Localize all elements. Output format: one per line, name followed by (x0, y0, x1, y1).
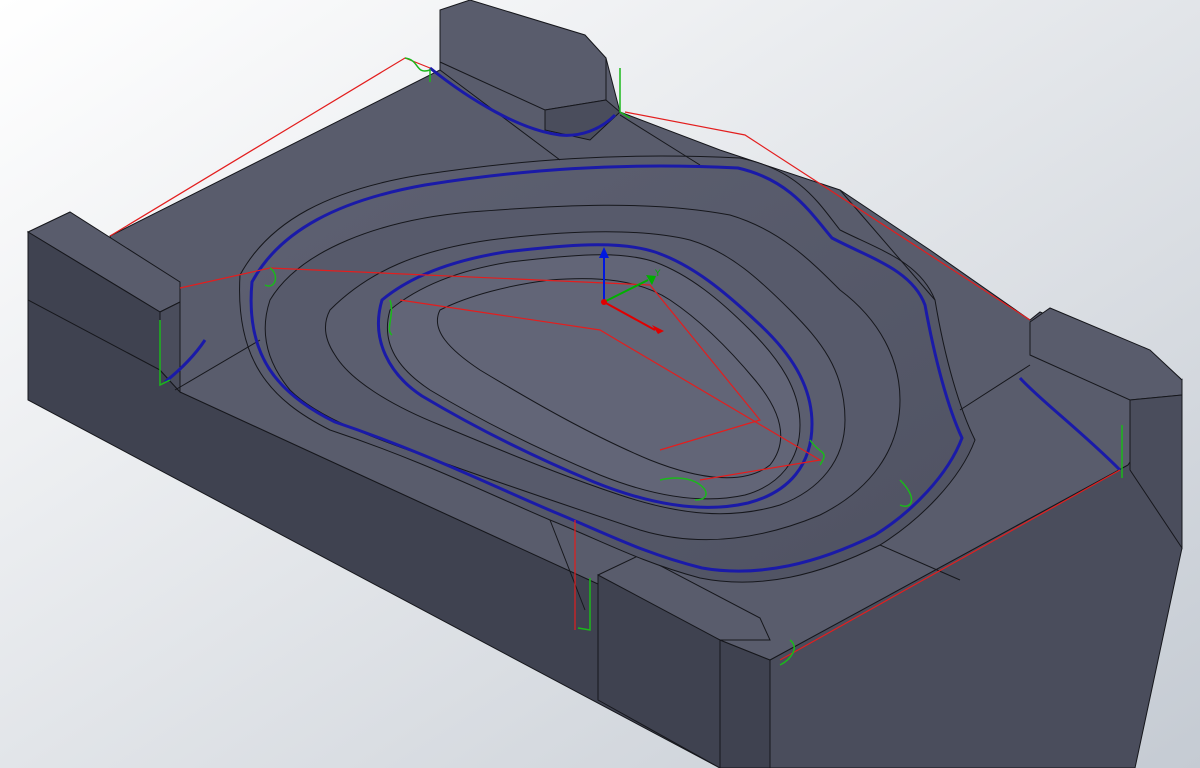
triad-origin (601, 299, 607, 305)
part-model-view[interactable]: Y (0, 0, 1200, 768)
triad-y-label: Y (654, 269, 661, 279)
graphics-viewport[interactable]: Y (0, 0, 1200, 768)
